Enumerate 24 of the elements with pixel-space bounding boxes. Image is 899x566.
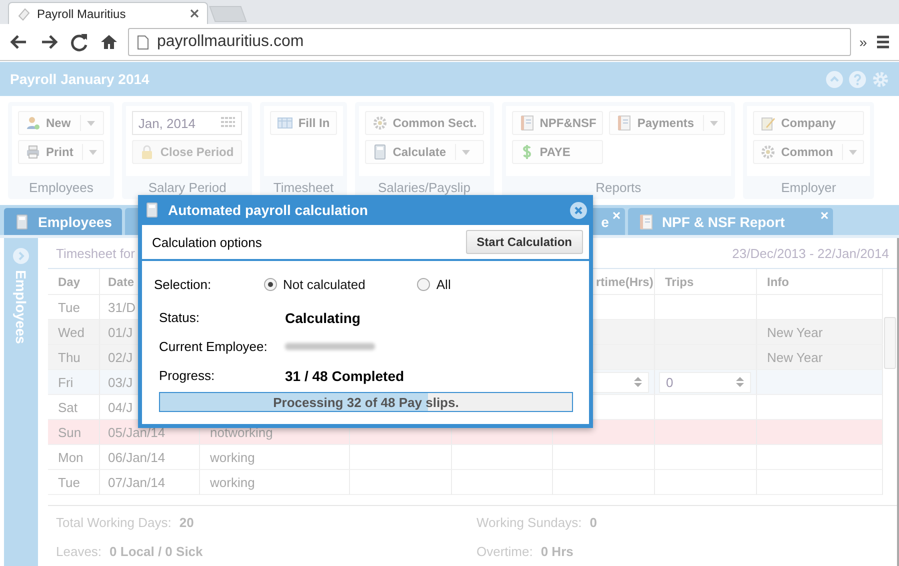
table-cell: working: [200, 470, 350, 495]
group-label: Reports: [596, 179, 642, 197]
field-value: 31 / 48 Completed: [285, 368, 404, 384]
timesheet-title: Timesheet for: [56, 246, 135, 260]
group-label: Salary Period: [148, 179, 226, 197]
table-cell: Tue: [48, 470, 100, 495]
field-label: Selection:: [154, 276, 212, 292]
group-label: Salaries/Payslip: [378, 179, 470, 197]
summary-value: 0 Local / 0 Sick: [110, 544, 203, 559]
progress-text: Processing 32 of 48 Pay slips.: [273, 394, 459, 410]
date-range: 23/Dec/2013 - 22/Jan/2014: [732, 246, 889, 260]
summary-value: 0: [590, 515, 597, 530]
field-value: Calculating: [285, 310, 360, 326]
group-label: Employer: [781, 179, 836, 197]
section-title: Calculation options: [152, 234, 262, 250]
group-label: Employees: [29, 179, 94, 197]
table-cell: 07/Jan/14: [100, 470, 200, 495]
dialog-title: Automated payroll calculation: [168, 202, 369, 218]
summary-value: 0 Hrs: [540, 544, 574, 559]
sidebar-label: Employees: [13, 270, 29, 344]
url-text: payrollmauritius.com: [157, 33, 304, 51]
app-title: Payroll January 2014: [10, 71, 150, 87]
group-label: Timesheet: [273, 179, 334, 197]
summary-value: 20: [179, 515, 194, 530]
